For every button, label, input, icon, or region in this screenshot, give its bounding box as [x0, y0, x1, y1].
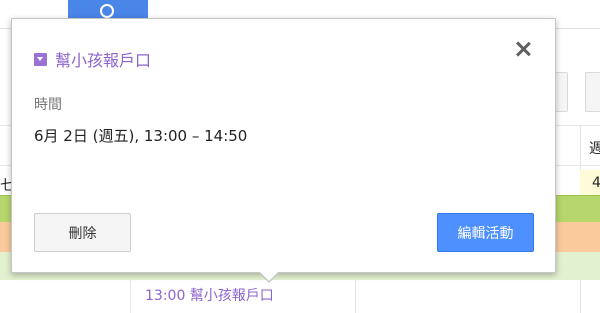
- calendar-dropdown-icon[interactable]: [34, 52, 47, 66]
- delete-button[interactable]: 刪除: [34, 213, 131, 252]
- popup-arrow-fill: [259, 271, 279, 281]
- view-button-2[interactable]: [585, 72, 600, 112]
- search-icon: [100, 4, 114, 18]
- date-fragment: 4: [592, 175, 600, 191]
- weekday-header-fragment: 週: [589, 141, 600, 157]
- event-popup: 幫小孩報戶口 時間 6月 2日 (週五), 13:00 – 14:50 刪除 編…: [11, 18, 556, 273]
- edit-event-button[interactable]: 編輯活動: [437, 213, 534, 252]
- event-title-row: 幫小孩報戶口: [34, 47, 151, 71]
- calendar-event[interactable]: 13:00 幫小孩報戶口: [145, 285, 274, 305]
- time-value: 6月 2日 (週五), 13:00 – 14:50: [34, 127, 248, 145]
- close-icon[interactable]: [511, 37, 535, 61]
- time-label: 時間: [34, 97, 62, 113]
- event-title: 幫小孩報戶口: [55, 51, 152, 70]
